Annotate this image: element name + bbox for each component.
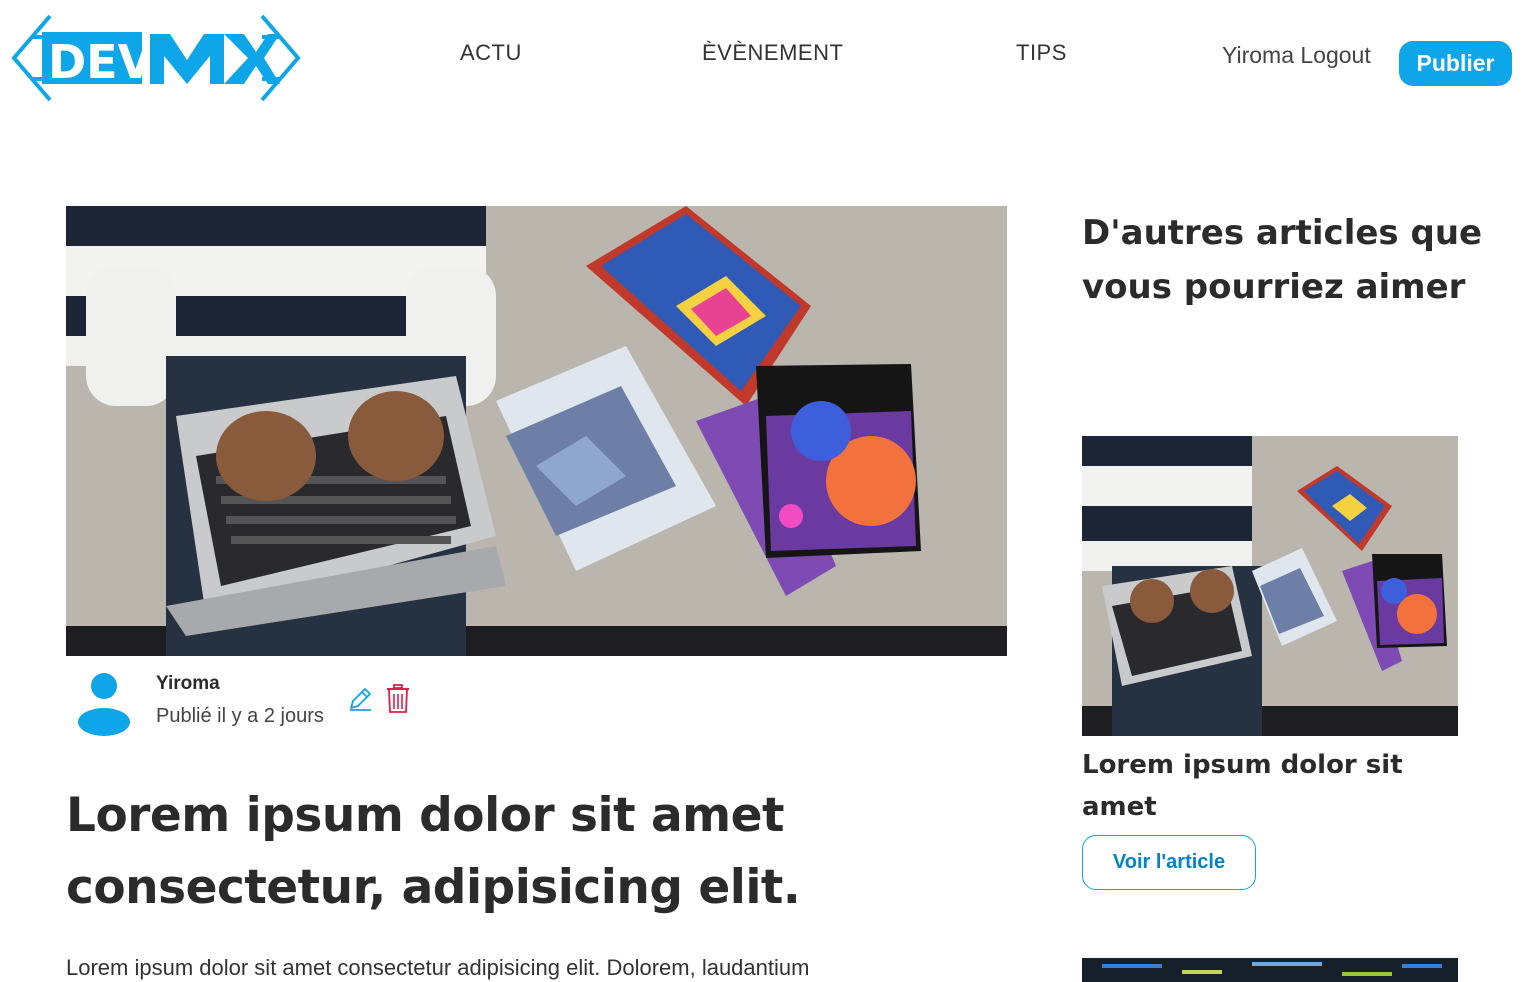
- nav-actu[interactable]: ACTU: [460, 40, 522, 66]
- logout-link[interactable]: Logout: [1300, 42, 1370, 68]
- related-article-title[interactable]: Lorem ipsum dolor sit amet: [1082, 744, 1462, 828]
- article-body: Lorem ipsum dolor sit amet consectetur a…: [66, 955, 810, 980]
- laptop-books-photo-icon: [66, 206, 1007, 656]
- publish-button[interactable]: Publier: [1399, 41, 1512, 86]
- edit-pencil-icon[interactable]: [347, 686, 373, 712]
- view-article-button[interactable]: Voir l'article: [1082, 835, 1256, 890]
- sidebar-heading: D'autres articles que vous pourriez aime…: [1082, 213, 1483, 307]
- user-name-link[interactable]: Yiroma: [1222, 42, 1294, 68]
- logo-text-dev: DEV: [48, 35, 154, 89]
- publish-date: Publié il y a 2 jours: [156, 705, 324, 727]
- article-title: Lorem ipsum dolor sit amet consectetur, …: [66, 788, 801, 915]
- author-avatar-icon: [78, 673, 130, 736]
- user-area: Yiroma Logout: [1222, 42, 1371, 69]
- related-article-thumbnail[interactable]: [1082, 436, 1458, 736]
- trash-icon[interactable]: [386, 684, 410, 714]
- site-header: DEV ACTU ÈVÈNEMENT TIPS Yiroma Logout Pu…: [0, 0, 1522, 115]
- devmx-logo[interactable]: DEV: [10, 12, 302, 104]
- article-hero-image: [66, 206, 1007, 656]
- nav-tips[interactable]: TIPS: [1016, 40, 1067, 66]
- related-article-thumbnail-2[interactable]: [1082, 958, 1458, 982]
- code-photo-icon: [1082, 958, 1458, 982]
- nav-evenement[interactable]: ÈVÈNEMENT: [702, 40, 843, 66]
- laptop-books-photo-icon: [1082, 436, 1458, 736]
- author-name: Yiroma: [156, 673, 220, 694]
